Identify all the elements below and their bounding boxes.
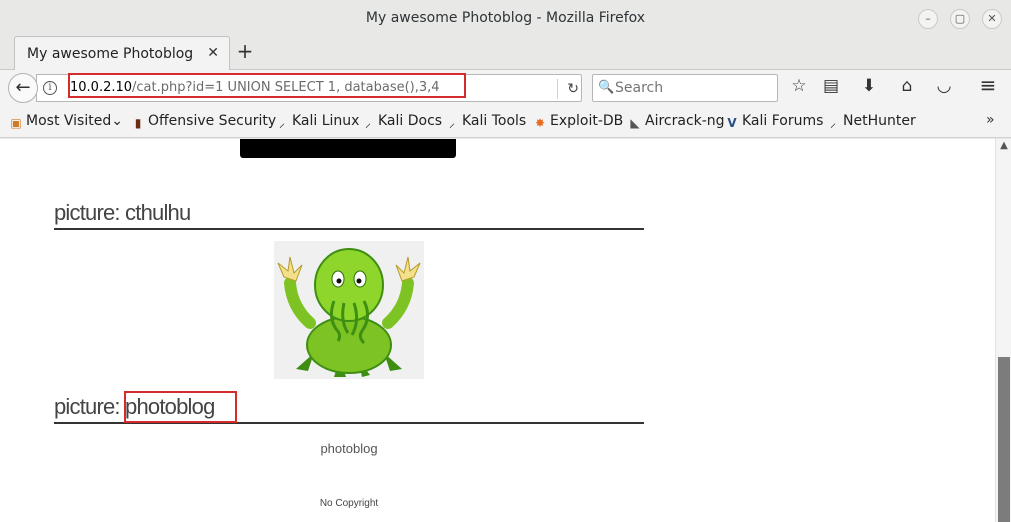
bookmarks-overflow-icon[interactable]: »: [986, 112, 995, 128]
tab-photoblog[interactable]: My awesome Photoblog ✕: [14, 36, 230, 70]
bookmark-offensive-security[interactable]: ▮ Offensive Security: [131, 113, 277, 131]
title-bar: My awesome Photoblog - Mozilla Firefox –…: [0, 0, 1011, 38]
browser-window: My awesome Photoblog - Mozilla Firefox –…: [0, 0, 1011, 522]
home-icon[interactable]: ⌂: [896, 75, 918, 97]
close-window-button[interactable]: ✕: [982, 9, 1002, 29]
window-title: My awesome Photoblog - Mozilla Firefox: [365, 10, 646, 26]
bookmarks-bar: ▣ Most Visited⌄ ▮ Offensive Security ⸝ Kali…: [0, 106, 1011, 138]
bookmark-kali-docs[interactable]: ⸝ Kali Docs: [361, 113, 442, 131]
bookmark-aircrack-ng[interactable]: ◣ Aircrack-ng: [628, 113, 725, 131]
tab-strip: My awesome Photoblog ✕: [0, 34, 1011, 70]
post-heading-prefix: picture:: [54, 200, 121, 225]
pocket-icon[interactable]: ◡: [933, 75, 955, 97]
kali-dragon-icon: ⸝: [278, 116, 285, 130]
bookmark-kali-tools[interactable]: ⸝ Kali Tools: [445, 113, 526, 131]
bookmark-label: Kali Docs: [378, 113, 443, 129]
bookmark-exploit-db[interactable]: ✸ Exploit-DB: [533, 113, 623, 131]
search-bar[interactable]: 🔍: [592, 74, 778, 102]
kali-dragon-icon: ⸝: [829, 116, 836, 130]
bookmark-label: Aircrack-ng: [645, 113, 725, 129]
kali-dragon-icon: ⸝: [364, 116, 371, 130]
page-content: picture: cthulhu picture: photoblog phot…: [0, 139, 995, 522]
search-input[interactable]: [615, 78, 765, 98]
menu-icon[interactable]: ≡: [977, 74, 999, 96]
kali-dragon-icon: ⸝: [448, 116, 455, 130]
chevron-down-icon: ⌄: [111, 113, 123, 129]
offsec-icon: ▮: [134, 116, 142, 130]
scrollbar-thumb[interactable]: [998, 357, 1010, 522]
downloads-icon[interactable]: ⬇: [858, 75, 880, 97]
bookmark-label: Kali Linux: [292, 113, 360, 129]
back-button[interactable]: ←: [8, 73, 38, 103]
bookmark-star-icon[interactable]: ☆: [788, 75, 810, 97]
cthulhu-illustration: [277, 248, 421, 377]
site-logo-banner: [240, 139, 456, 158]
post-heading-prefix: picture:: [54, 394, 121, 419]
bookmark-label: Kali Tools: [462, 113, 527, 129]
site-info-icon[interactable]: i: [43, 81, 57, 95]
bookmark-nethunter[interactable]: ⸝ NetHunter: [826, 113, 916, 131]
exploitdb-icon: ✸: [534, 116, 546, 130]
vertical-scrollbar[interactable]: ▲: [995, 139, 1011, 522]
new-tab-button[interactable]: +: [234, 40, 256, 62]
reload-icon[interactable]: ↻: [557, 79, 579, 99]
kali-forums-icon: V: [727, 116, 737, 130]
bookmark-kali-forums[interactable]: V Kali Forums: [725, 113, 823, 131]
post-heading-title: cthulhu: [119, 200, 191, 225]
post-heading-cthulhu: picture: cthulhu: [54, 200, 644, 230]
reading-list-icon[interactable]: ▤: [820, 75, 842, 97]
tab-title: My awesome Photoblog: [27, 46, 194, 62]
bookmark-kali-linux[interactable]: ⸝ Kali Linux: [275, 113, 359, 131]
tab-close-icon[interactable]: ✕: [207, 45, 219, 61]
bookmark-label: Kali Forums: [742, 113, 824, 129]
cthulhu-image: [274, 241, 424, 379]
maximize-button[interactable]: ▢: [950, 9, 970, 29]
aircrack-icon: ◣: [630, 116, 640, 130]
url-highlight-annotation: [68, 73, 466, 98]
scroll-up-icon[interactable]: ▲: [996, 139, 1011, 153]
bookmark-label: Offensive Security: [148, 113, 277, 129]
bookmark-label: Exploit-DB: [550, 113, 624, 129]
folder-icon: ▣: [10, 116, 22, 130]
post-caption: photoblog: [320, 441, 378, 456]
bookmark-most-visited[interactable]: ▣ Most Visited⌄: [9, 113, 123, 131]
bookmark-label: NetHunter: [843, 113, 916, 129]
minimize-button[interactable]: –: [918, 9, 938, 29]
bookmark-label: Most Visited: [26, 113, 112, 129]
page-footer: No Copyright: [319, 498, 379, 509]
search-icon: 🔍: [598, 80, 615, 95]
result-highlight-annotation: [124, 391, 237, 423]
